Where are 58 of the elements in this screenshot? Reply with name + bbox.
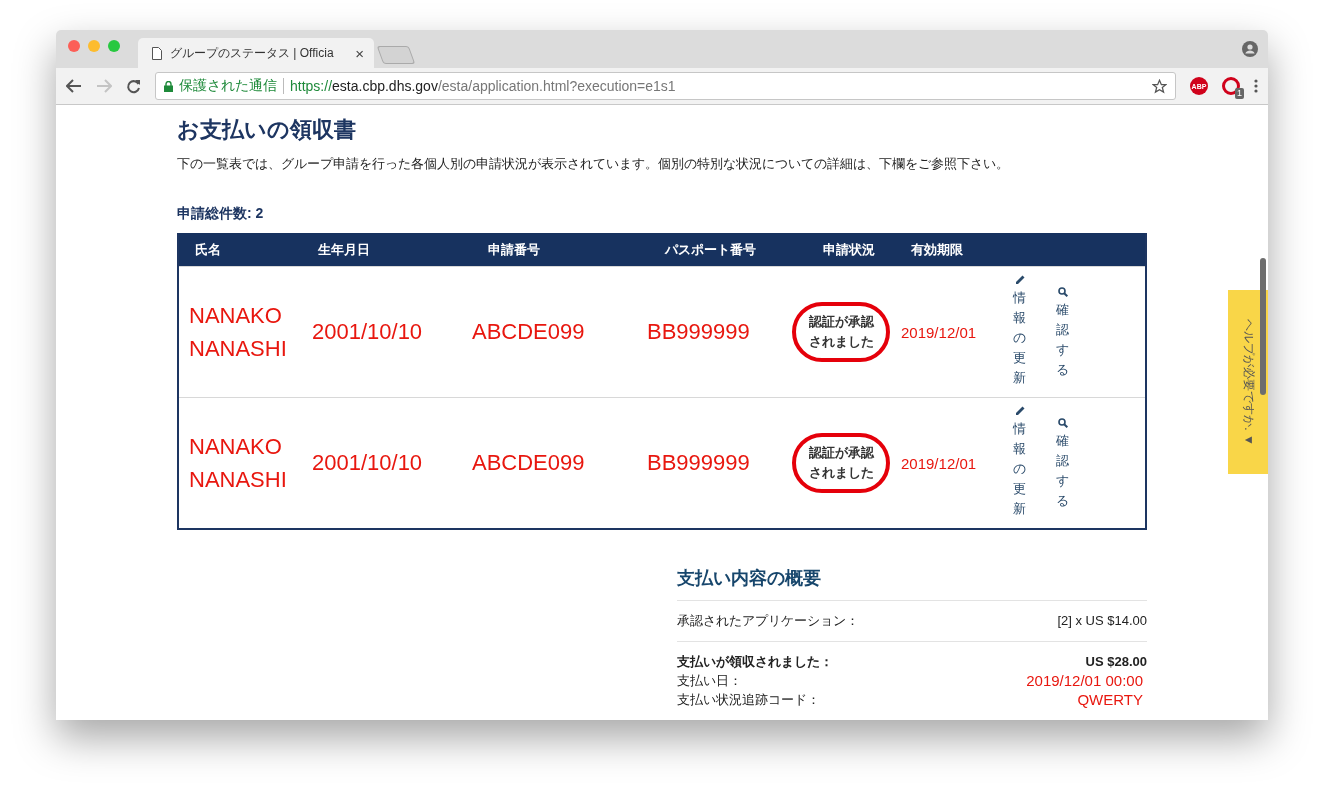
summary-label: 支払い状況追跡コード： [677,691,820,709]
column-header: 生年月日 [317,240,371,259]
page-description: 下の一覧表では、グループ申請を行った各個人別の申請状況が表示されています。個別の特別な状況についての詳細は、下欄をご参照下さい。 [177,155,1010,173]
close-window-button[interactable] [68,40,80,52]
forward-icon[interactable] [96,79,112,93]
total-count: 申請総件数: 2 [177,205,265,223]
passport-number-cell-text: BB999999 [646,450,751,476]
summary-label: 支払い日： [677,672,742,690]
passport-number-cell-text: BB999999 [646,319,751,345]
search-icon [1057,418,1068,428]
summary-value: QWERTY [1077,690,1144,709]
url-text: https://esta.cbp.dhs.gov/esta/application.html?execution=e1s1 [290,78,677,94]
name-cell-text: NANAKO NANASHI [188,433,288,494]
menu-icon[interactable] [1254,79,1258,93]
zoom-window-button[interactable] [108,40,120,52]
column-header: 申請状況 [822,240,876,259]
update-link[interactable]: 情報の更新 [1013,275,1026,397]
bookmark-star-icon[interactable] [1152,78,1167,94]
pencil-icon [1014,275,1025,285]
summary-value: 2019/12/01 00:00 [1026,671,1144,690]
new-tab-button[interactable] [376,46,416,64]
document-icon [152,46,162,60]
view-link[interactable]: 確認する [1056,275,1069,397]
scrollbar-thumb[interactable] [1260,258,1266,395]
address-bar[interactable]: 保護された通信 https://esta.cbp.dhs.gov/esta/application.html?execution=e1s1 [155,72,1176,100]
minimize-window-button[interactable] [88,40,100,52]
status-text: 認証が承認されました [792,433,890,493]
search-icon [1057,287,1068,297]
column-header: 有効期限 [910,240,964,259]
summary-label: 承認されたアプリケーション： [677,612,859,630]
summary-label: 支払いが領収されました： [677,653,833,671]
column-header: 申請番号 [487,240,541,259]
lock-icon [164,80,173,92]
summary-value: US $28.00 [1085,653,1147,671]
help-tab[interactable]: ヘルプが必要ですか. ▼ [1228,290,1268,474]
page-title: お支払いの領収書 [177,116,357,144]
update-link[interactable]: 情報の更新 [1013,406,1026,528]
tab-title: グループのステータス | Officia [170,44,335,62]
expiry-cell-text: 2019/12/01 [900,323,978,341]
back-icon[interactable] [66,79,82,93]
birth-date-cell-text: 2001/10/10 [311,319,424,345]
application-number-cell-text: ABCDE099 [472,450,586,476]
summary-value: [2] x US $14.00 [1057,612,1147,630]
expiry-cell-text: 2019/12/01 [900,454,978,472]
profile-icon[interactable] [1242,41,1258,57]
summary-title: 支払い内容の概要 [677,566,1147,601]
tab-close-button[interactable]: × [355,44,364,62]
name-cell-text: NANAKO NANASHI [188,302,288,363]
pencil-icon [1014,406,1025,416]
reload-icon[interactable] [126,78,141,94]
column-header: パスポート番号 [663,240,757,259]
browser-tab[interactable]: グループのステータス | Officia × [138,38,374,68]
column-header: 氏名 [194,240,222,259]
application-number-cell-text: ABCDE099 [472,319,586,345]
view-link[interactable]: 確認する [1056,406,1069,528]
birth-date-cell-text: 2001/10/10 [311,450,424,476]
secure-label: 保護された通信 [179,77,277,95]
status-text: 認証が承認されました [792,302,890,362]
